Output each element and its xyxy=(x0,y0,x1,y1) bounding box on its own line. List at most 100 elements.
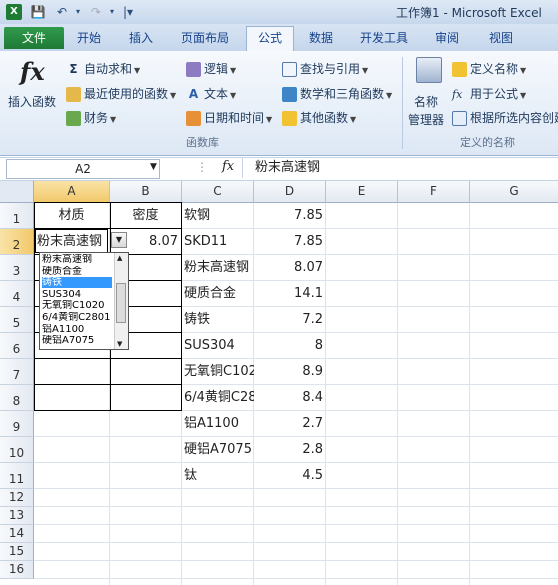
material-name-cell[interactable]: 铸铁 xyxy=(184,307,254,333)
redo-dropdown-icon[interactable]: ▾ xyxy=(104,4,120,20)
material-density-cell[interactable]: 7.85 xyxy=(254,229,323,255)
row-header-8[interactable]: 8 xyxy=(0,385,34,411)
material-density-cell[interactable]: 14.1 xyxy=(254,281,323,307)
material-name-cell[interactable]: 钛 xyxy=(184,463,254,489)
material-name-cell[interactable]: 软钢 xyxy=(184,203,254,229)
material-density-cell[interactable]: 7.85 xyxy=(254,203,323,229)
material-name-cell[interactable]: 硬质合金 xyxy=(184,281,254,307)
name-box[interactable]: A2 xyxy=(6,159,160,179)
tab-view[interactable]: 视图 xyxy=(478,27,524,49)
column-header-c[interactable]: C xyxy=(182,181,254,203)
row-header-7[interactable]: 7 xyxy=(0,359,34,385)
name-box-dropdown-icon[interactable]: ▼ xyxy=(150,162,157,172)
row-header-3[interactable]: 3 xyxy=(0,255,34,281)
insert-function-fx-icon[interactable]: fx xyxy=(222,159,234,174)
recent-functions-button[interactable]: 最近使用的函数 ▼ xyxy=(66,84,176,104)
cell-a2-active[interactable]: 粉末高速钢 xyxy=(35,229,108,253)
select-all-corner[interactable] xyxy=(0,181,34,203)
dropdown-option[interactable]: 6/4黄铜C2801 xyxy=(42,312,112,323)
define-name-button[interactable]: 定义名称 ▼ xyxy=(452,59,526,79)
group-separator xyxy=(402,57,403,149)
cell-a1[interactable]: 材质 xyxy=(34,203,109,228)
row-header-9[interactable]: 9 xyxy=(0,411,34,437)
dropdown-option[interactable]: 硬铝A7075 xyxy=(42,335,112,346)
tab-file[interactable]: 文件 xyxy=(4,27,64,49)
column-header-e[interactable]: E xyxy=(326,181,398,203)
material-name-cell[interactable]: SUS304 xyxy=(184,333,254,359)
column-header-d[interactable]: D xyxy=(254,181,326,203)
spreadsheet-grid[interactable]: A B C D E F G 1 2 3 4 5 6 7 8 9 10 11 12 13 14 15 16 材质… xyxy=(0,181,558,585)
column-header-f[interactable]: F xyxy=(398,181,470,203)
tab-home[interactable]: 开始 xyxy=(70,27,108,49)
tab-developer[interactable]: 开发工具 xyxy=(352,27,416,49)
material-density-cell[interactable]: 2.8 xyxy=(254,437,323,463)
text-button[interactable]: A 文本 ▼ xyxy=(186,84,236,104)
row-header-1[interactable]: 1 xyxy=(0,203,34,229)
lookup-button[interactable]: 查找与引用 ▼ xyxy=(282,59,368,79)
row-number: 12 xyxy=(8,490,25,504)
insert-function-button[interactable]: fx 插入函数 xyxy=(4,55,66,125)
redo-icon[interactable]: ↷ xyxy=(88,4,104,20)
dropdown-option[interactable]: 铸铁 xyxy=(42,277,112,289)
name-manager-button[interactable]: 名称 管理器 xyxy=(406,55,450,129)
tab-insert[interactable]: 插入 xyxy=(122,27,160,49)
material-name-cell[interactable]: 硬铝A7075 xyxy=(184,437,254,463)
material-density-cell[interactable]: 8.9 xyxy=(254,359,323,385)
row-header-10[interactable]: 10 xyxy=(0,437,34,463)
undo-dropdown-icon[interactable]: ▾ xyxy=(70,4,86,20)
excel-logo-icon[interactable]: X xyxy=(6,4,22,20)
scroll-thumb[interactable] xyxy=(116,283,126,323)
row-header-13[interactable]: 13 xyxy=(0,507,34,525)
dropdown-option[interactable]: 粉末高速钢 xyxy=(42,254,112,265)
row-header-5[interactable]: 5 xyxy=(0,307,34,333)
cell-b2[interactable]: 8.07 xyxy=(110,229,178,254)
column-header-b[interactable]: B xyxy=(110,181,182,203)
dropdown-scrollbar[interactable]: ▲ ▼ xyxy=(114,253,128,349)
tab-data[interactable]: 数据 xyxy=(302,27,340,49)
formula-input[interactable]: 粉末高速钢 xyxy=(242,158,558,178)
material-density-cell[interactable]: 4.5 xyxy=(254,463,323,489)
dropdown-option[interactable]: 铝A1100 xyxy=(42,324,112,335)
row-header-11[interactable]: 11 xyxy=(0,463,34,489)
material-density-cell[interactable]: 8 xyxy=(254,333,323,359)
row-header-14[interactable]: 14 xyxy=(0,525,34,543)
finance-button[interactable]: 财务 ▼ xyxy=(66,108,116,128)
cell-b1[interactable]: 密度 xyxy=(110,203,181,228)
dropdown-option[interactable]: SUS304 xyxy=(42,289,112,300)
scroll-down-icon[interactable]: ▼ xyxy=(117,340,122,348)
material-name-cell[interactable]: 粉末高速钢 xyxy=(184,255,254,281)
material-name-cell[interactable]: 铝A1100 xyxy=(184,411,254,437)
datetime-button[interactable]: 日期和时间 ▼ xyxy=(186,108,272,128)
use-in-formula-button[interactable]: fx 用于公式 ▼ xyxy=(452,84,526,104)
autosum-button[interactable]: Σ 自动求和 ▼ xyxy=(66,59,140,79)
save-icon[interactable]: 💾 xyxy=(30,4,46,20)
material-name-cell[interactable]: 6/4黄铜C2801 xyxy=(184,385,254,411)
dropdown-option[interactable]: 硬质合金 xyxy=(42,266,112,277)
dropdown-option[interactable]: 无氧铜C1020 xyxy=(42,300,112,311)
material-density-cell[interactable]: 2.7 xyxy=(254,411,323,437)
row-header-4[interactable]: 4 xyxy=(0,281,34,307)
logic-button[interactable]: 逻辑 ▼ xyxy=(186,59,236,79)
column-header-g[interactable]: G xyxy=(470,181,558,203)
tab-formulas[interactable]: 公式 xyxy=(246,26,294,51)
scroll-up-icon[interactable]: ▲ xyxy=(117,254,122,262)
undo-icon[interactable]: ↶ xyxy=(54,4,70,20)
material-density-cell[interactable]: 8.07 xyxy=(254,255,323,281)
math-button[interactable]: 数学和三角函数 ▼ xyxy=(282,84,392,104)
column-header-a[interactable]: A xyxy=(34,181,110,203)
row-header-12[interactable]: 12 xyxy=(0,489,34,507)
row-header-2[interactable]: 2 xyxy=(0,229,34,255)
create-from-selection-button[interactable]: 根据所选内容创建 xyxy=(452,108,558,128)
tab-review[interactable]: 审阅 xyxy=(428,27,466,49)
row-header-6[interactable]: 6 xyxy=(0,333,34,359)
row-header-16[interactable]: 16 xyxy=(0,561,34,579)
validation-dropdown-list[interactable]: 粉末高速钢 硬质合金 铸铁 SUS304 无氧铜C1020 6/4黄铜C2801 铝A110… xyxy=(39,252,129,350)
tab-page-layout[interactable]: 页面布局 xyxy=(174,27,236,49)
customize-icon[interactable]: |▾ xyxy=(120,4,136,20)
other-functions-button[interactable]: 其他函数 ▼ xyxy=(282,108,356,128)
material-name-cell[interactable]: 无氧铜C1020 xyxy=(184,359,254,385)
material-density-cell[interactable]: 8.4 xyxy=(254,385,323,411)
material-density-cell[interactable]: 7.2 xyxy=(254,307,323,333)
material-name-cell[interactable]: SKD11 xyxy=(184,229,254,255)
row-header-15[interactable]: 15 xyxy=(0,543,34,561)
